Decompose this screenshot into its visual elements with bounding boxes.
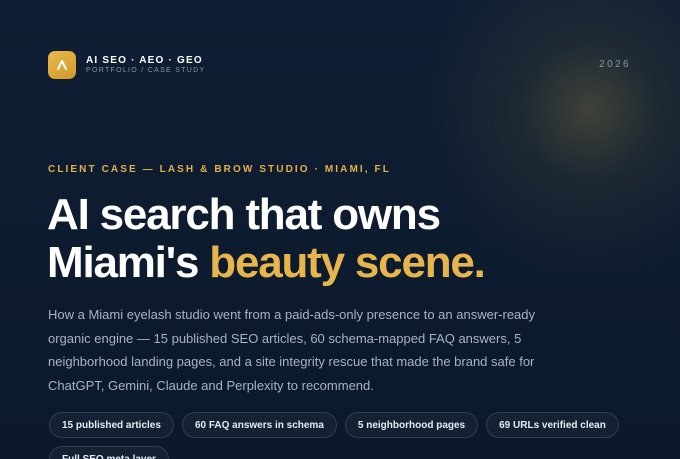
brand-tagline: PORTFOLIO / CASE STUDY bbox=[86, 67, 206, 74]
stat-chip-urls: 69 URLs verified clean bbox=[486, 412, 619, 438]
brand-logo[interactable] bbox=[48, 51, 76, 79]
stat-chip-faq: 60 FAQ answers in schema bbox=[181, 412, 337, 438]
chevron-up-icon bbox=[57, 60, 67, 70]
page-title: AI search that owns Miami's beauty scene… bbox=[47, 190, 486, 287]
intro-paragraph: How a Miami eyelash studio went from a p… bbox=[48, 307, 536, 393]
year-label: 2026 bbox=[599, 59, 631, 70]
headline-plain-text: Miami's bbox=[47, 238, 210, 287]
headline-line-2: Miami's beauty scene. bbox=[47, 238, 486, 287]
headline-line-1: AI search that owns bbox=[47, 190, 441, 239]
case-eyebrow: CLIENT CASE — LASH & BROW STUDIO · MIAMI… bbox=[48, 164, 391, 175]
headline-accent-text: beauty scene. bbox=[209, 238, 486, 287]
stat-chips: 15 published articles 60 FAQ answers in … bbox=[49, 412, 649, 459]
stat-chip-neighborhoods: 5 neighborhood pages bbox=[344, 412, 479, 438]
stat-chip-articles: 15 published articles bbox=[49, 412, 174, 438]
brand-name: AI SEO · AEO · GEO bbox=[86, 55, 203, 66]
stat-chip-meta: Full SEO meta layer bbox=[49, 446, 169, 459]
